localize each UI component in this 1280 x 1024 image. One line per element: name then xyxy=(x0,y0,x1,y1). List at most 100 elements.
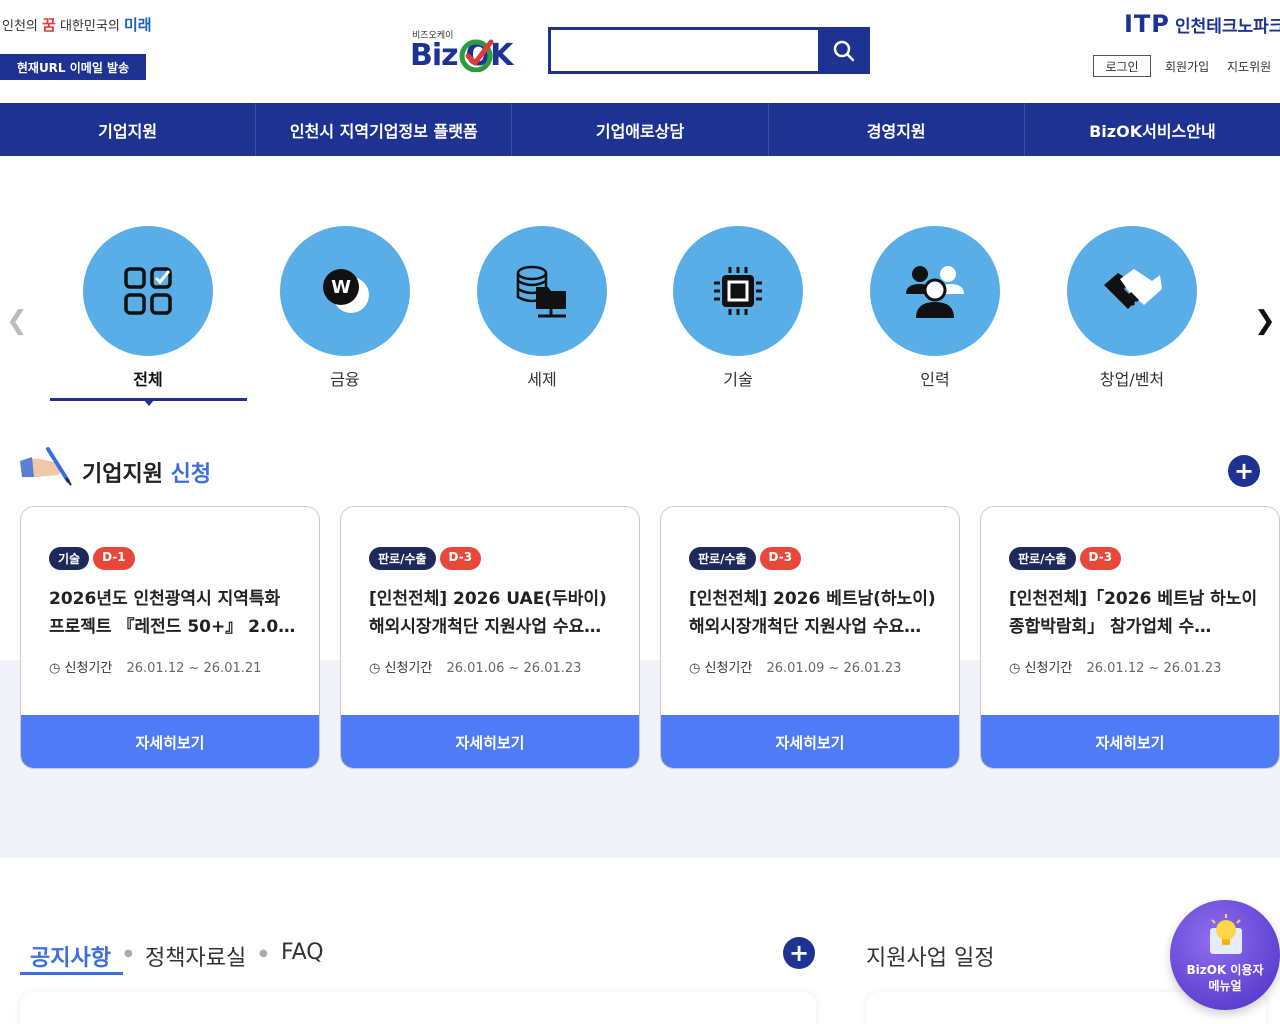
header: 인천의 꿈 대한민국의 미래 현재URL 이메일 발송 비즈오케이 Biz OK … xyxy=(0,0,1280,103)
nav-item-consult[interactable]: 기업애로상담 xyxy=(512,103,769,156)
slogan: 인천의 꿈 대한민국의 미래 xyxy=(2,14,152,35)
category-circle xyxy=(673,226,803,356)
svg-text:W: W xyxy=(331,277,351,298)
lightbulb-book-icon xyxy=(1210,914,1242,954)
category-carousel: 전체 W 금융 세제 기술 인력 창업/벤처 xyxy=(0,226,1280,406)
logo-biz: Biz xyxy=(410,38,459,73)
tab-notice-underline xyxy=(20,972,123,975)
login-button[interactable]: 로그인 xyxy=(1093,55,1151,77)
signup-link[interactable]: 회원가입 xyxy=(1165,58,1209,75)
category-hr[interactable]: 인력 xyxy=(837,226,1033,401)
tab-policy[interactable]: 정책자료실 xyxy=(145,940,246,972)
mentor-link[interactable]: 지도위원 xyxy=(1227,58,1271,75)
bizok-logo[interactable]: 비즈오케이 Biz OK xyxy=(410,28,530,74)
category-badge: 판로/수출 xyxy=(369,547,436,570)
chip-icon xyxy=(714,267,762,315)
card-title[interactable]: 2026년도 인천광역시 지역특화 프로젝트 『레전드 50+』 2.0… xyxy=(49,585,299,641)
logo-check-icon xyxy=(459,39,494,72)
tab-faq[interactable]: FAQ xyxy=(281,940,324,965)
support-card: 판로/수출 D-3 [인천전체] 2026 UAE(두바이) 해외시장개척단 지… xyxy=(340,506,640,769)
category-badge: 기술 xyxy=(49,547,90,570)
category-tax[interactable]: 세제 xyxy=(444,226,640,401)
card-detail-button[interactable]: 자세히보기 xyxy=(981,715,1279,768)
period-label: 신청기간 xyxy=(64,661,113,676)
board-more-button[interactable]: + xyxy=(783,937,815,969)
clock-icon: ◷ xyxy=(689,661,701,676)
nav-item-support[interactable]: 기업지원 xyxy=(0,103,257,156)
card-tags: 판로/수출 D-3 xyxy=(1009,547,1122,570)
card-period: ◷ 신청기간 26.01.09 ~ 26.01.23 xyxy=(689,657,901,676)
search-button[interactable] xyxy=(818,27,870,74)
support-card: 판로/수출 D-3 [인천전체]「2026 베트남 하노이 종합박람회」 참가업… xyxy=(980,506,1280,769)
category-label: 금융 xyxy=(330,370,360,389)
manual-text-line2: 메뉴얼 xyxy=(1208,979,1242,993)
period-dates: 26.01.06 ~ 26.01.23 xyxy=(446,661,582,676)
card-tags: 판로/수출 D-3 xyxy=(369,547,482,570)
period-label: 신청기간 xyxy=(1024,661,1073,676)
support-card: 기술 D-1 2026년도 인천광역시 지역특화 프로젝트 『레전드 50+』 … xyxy=(20,506,320,769)
database-folder-icon xyxy=(516,265,566,318)
slogan-dream: 꿈 xyxy=(42,16,56,34)
support-section-title: 기업지원 신청 xyxy=(82,456,211,488)
period-dates: 26.01.12 ~ 26.01.23 xyxy=(1086,661,1222,676)
main-navigation: 기업지원 인천시 지역기업정보 플랫폼 기업애로상담 경영지원 BizOK서비스… xyxy=(0,103,1280,156)
card-detail-button[interactable]: 자세히보기 xyxy=(661,715,959,768)
support-title-main: 기업지원 xyxy=(82,462,163,487)
category-badge: 판로/수출 xyxy=(689,547,756,570)
category-label: 전체 xyxy=(133,370,163,389)
period-dates: 26.01.09 ~ 26.01.23 xyxy=(766,661,902,676)
itp-logo-mark: ITP xyxy=(1124,10,1170,38)
itp-logo[interactable]: ITP 인천테크노파크 xyxy=(1124,10,1280,38)
grid-check-icon xyxy=(124,267,172,315)
manual-text-line1: BizOK 이용자 xyxy=(1186,963,1264,977)
card-tags: 판로/수출 D-3 xyxy=(689,547,802,570)
category-all[interactable]: 전체 xyxy=(50,226,246,401)
board-list-panel xyxy=(20,992,816,1024)
nav-item-management[interactable]: 경영지원 xyxy=(769,103,1025,156)
nav-item-platform[interactable]: 인천시 지역기업정보 플랫폼 xyxy=(256,103,513,156)
period-dates: 26.01.12 ~ 26.01.21 xyxy=(126,661,262,676)
category-circle xyxy=(83,226,213,356)
category-label: 기술 xyxy=(723,370,753,389)
category-tech[interactable]: 기술 xyxy=(640,226,836,401)
slogan-future: 미래 xyxy=(123,16,152,34)
period-label: 신청기간 xyxy=(384,661,433,676)
category-circle xyxy=(870,226,1000,356)
email-url-button[interactable]: 현재URL 이메일 발송 xyxy=(0,54,146,80)
search-box xyxy=(548,27,870,74)
handshake-icon xyxy=(1104,269,1162,309)
support-title-accent: 신청 xyxy=(170,462,212,487)
card-detail-button[interactable]: 자세히보기 xyxy=(341,715,639,768)
search-input[interactable] xyxy=(551,30,817,71)
tab-notice[interactable]: 공지사항 xyxy=(30,940,111,972)
card-title[interactable]: [인천전체] 2026 베트남(하노이) 해외시장개척단 지원사업 수요… xyxy=(689,585,939,641)
category-circle: W xyxy=(280,226,410,356)
clock-icon: ◷ xyxy=(1009,661,1021,676)
period-label: 신청기간 xyxy=(704,661,753,676)
user-manual-button[interactable]: BizOK 이용자 메뉴얼 xyxy=(1170,900,1280,1010)
dday-badge: D-3 xyxy=(759,547,802,570)
card-detail-button[interactable]: 자세히보기 xyxy=(21,715,319,768)
support-card: 판로/수출 D-3 [인천전체] 2026 베트남(하노이) 해외시장개척단 지… xyxy=(660,506,960,769)
category-active-pointer xyxy=(144,400,154,406)
category-circle xyxy=(477,226,607,356)
manual-text: BizOK 이용자 메뉴얼 xyxy=(1170,962,1280,994)
card-title[interactable]: [인천전체]「2026 베트남 하노이 종합박람회」 참가업체 수… xyxy=(1009,585,1259,641)
hand-writing-icon xyxy=(20,447,72,486)
itp-logo-name: 인천테크노파크 xyxy=(1174,17,1280,37)
card-period: ◷ 신청기간 26.01.12 ~ 26.01.21 xyxy=(49,657,261,676)
category-startup[interactable]: 창업/벤처 xyxy=(1034,226,1230,401)
card-period: ◷ 신청기간 26.01.12 ~ 26.01.23 xyxy=(1009,657,1221,676)
card-period: ◷ 신청기간 26.01.06 ~ 26.01.23 xyxy=(369,657,581,676)
category-finance[interactable]: W 금융 xyxy=(247,226,443,401)
clock-icon: ◷ xyxy=(369,661,381,676)
nav-item-service-guide[interactable]: BizOK서비스안내 xyxy=(1025,103,1280,156)
card-title[interactable]: [인천전체] 2026 UAE(두바이) 해외시장개척단 지원사업 수요… xyxy=(369,585,619,641)
category-label: 창업/벤처 xyxy=(1099,370,1165,389)
clock-icon: ◷ xyxy=(49,661,61,676)
category-label: 세제 xyxy=(527,370,557,389)
search-icon xyxy=(833,40,855,61)
support-more-button[interactable]: + xyxy=(1228,455,1260,487)
schedule-title: 지원사업 일정 xyxy=(866,946,995,971)
slogan-text-1: 인천의 xyxy=(2,19,38,34)
